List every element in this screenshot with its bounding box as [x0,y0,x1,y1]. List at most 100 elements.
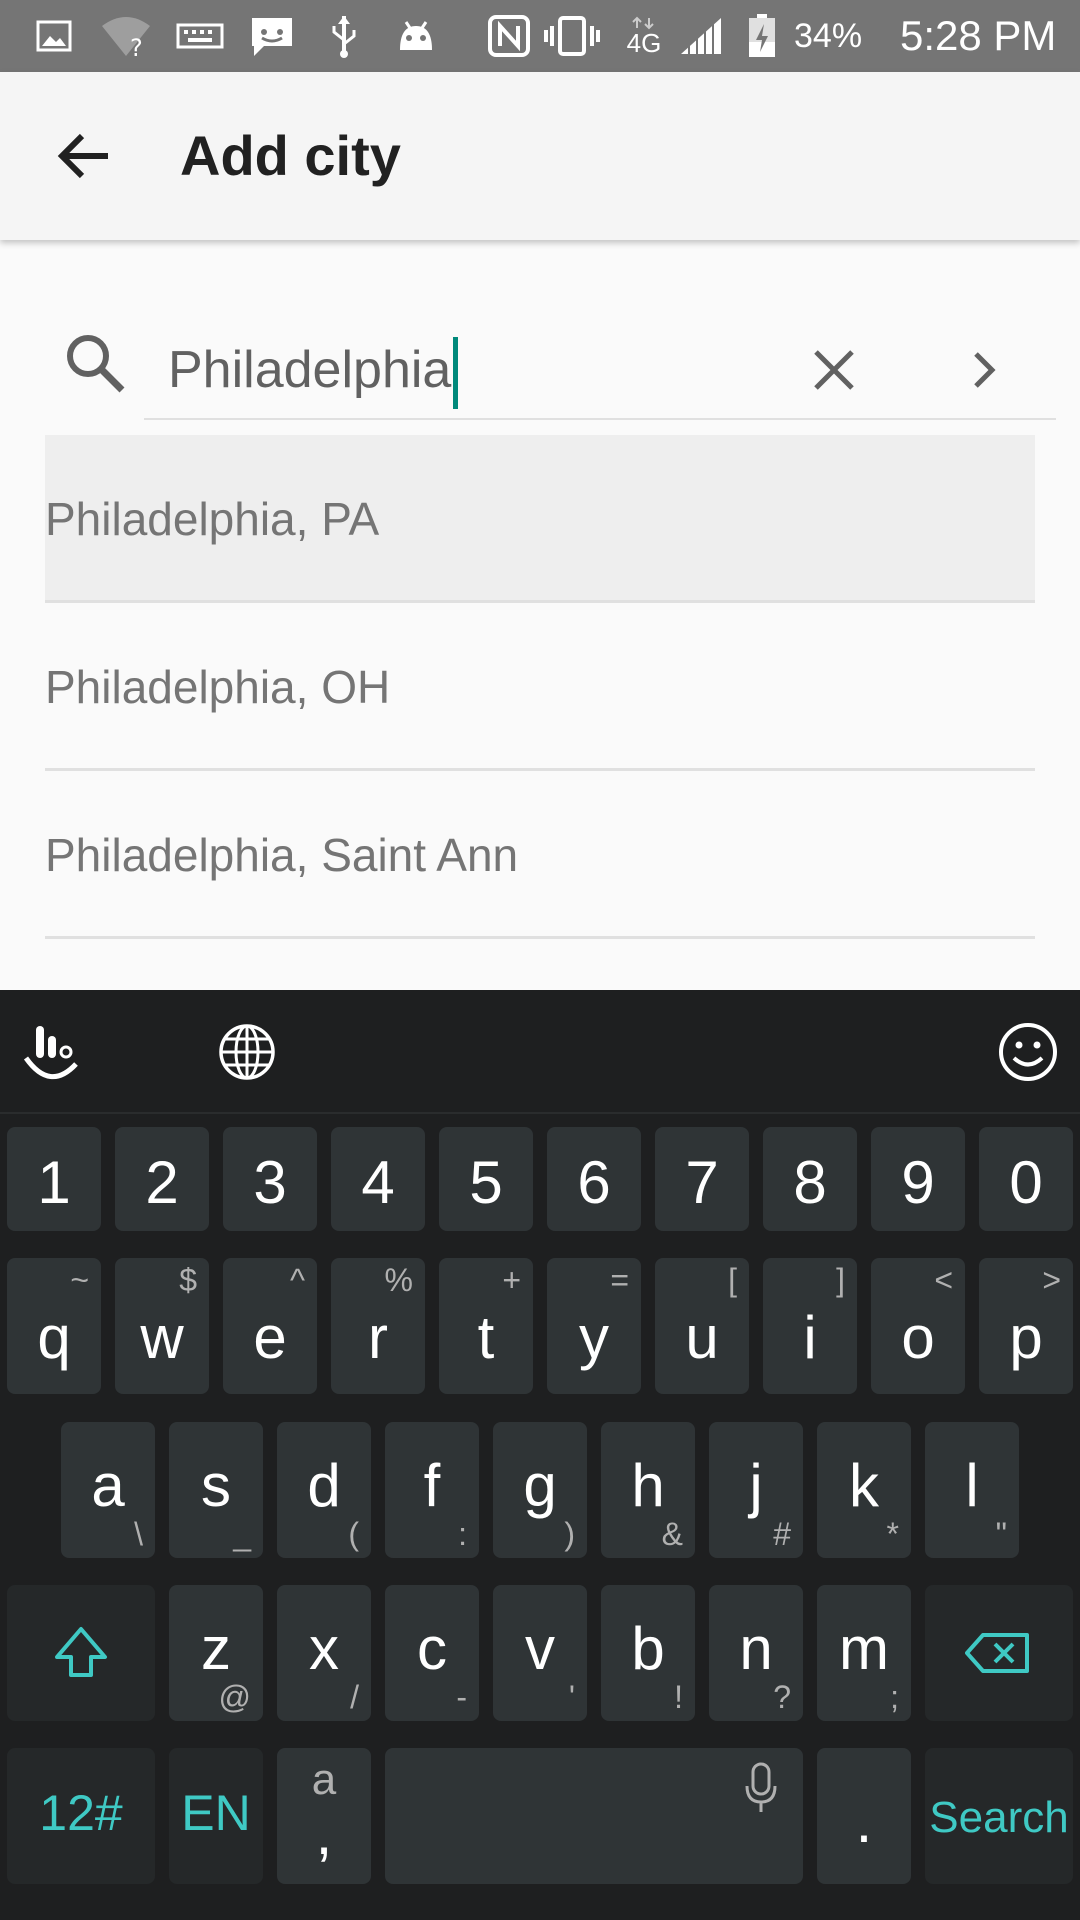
key-alt-label: ; [890,1679,899,1715]
comma-key[interactable]: a, [277,1748,371,1884]
clock: 5:28 PM [900,12,1057,59]
period-key[interactable]: . [817,1748,911,1884]
key-label: r [368,1304,388,1371]
key-m[interactable]: m; [817,1585,911,1721]
backspace-icon [965,1633,1029,1673]
key-e[interactable]: ^ e [223,1258,317,1394]
key-p[interactable]: > p [979,1258,1073,1394]
search-input[interactable]: Philadelphia [168,332,459,410]
arrow-back-icon [57,133,108,179]
key-z[interactable]: z @ [169,1585,263,1721]
key-alt-label: \ [134,1516,143,1552]
shift-arrow-icon [55,1627,107,1677]
key-2[interactable]: 2 [115,1127,209,1231]
key-label: a [91,1452,125,1519]
usb-icon [320,12,368,60]
key-alt-label: $ [179,1262,197,1298]
key-alt-label: / [350,1679,359,1715]
globe-icon [219,1024,275,1080]
result-label: Philadelphia, OH [45,661,391,713]
key-g[interactable]: g) [493,1422,587,1558]
key-t[interactable]: + t [439,1258,533,1394]
key-alt-label: ! [674,1679,683,1715]
language-key[interactable]: EN [169,1748,263,1884]
search-action-key[interactable]: Search [925,1748,1073,1884]
key-u[interactable]: [u [655,1258,749,1394]
key-label: u [685,1304,719,1371]
nfc-icon [484,12,534,60]
key-alt-label: # [773,1516,791,1552]
key-k[interactable]: k * [817,1422,911,1558]
key-alt-label: & [661,1516,683,1552]
key-label: m [839,1615,889,1682]
key-label: v [525,1615,555,1682]
result-item[interactable]: Philadelphia, PA [45,435,1035,603]
key-h[interactable]: h & [601,1422,695,1558]
space-key[interactable] [385,1748,803,1884]
result-label: Philadelphia, Saint Ann [45,829,519,881]
key-label: EN [181,1785,251,1841]
key-alt-label: a [311,1755,337,1804]
search-icon [60,328,132,400]
search-input-text: Philadelphia [168,341,452,399]
result-item[interactable]: Philadelphia, OH [45,603,1035,771]
key-y[interactable]: = y [547,1258,641,1394]
key-l[interactable]: l " [925,1422,1019,1558]
clear-search-button[interactable] [794,330,874,410]
key-x[interactable]: x / [277,1585,371,1721]
shift-key[interactable] [7,1585,155,1721]
key-label: y [579,1304,609,1371]
key-label: q [37,1304,71,1371]
language-globe-button[interactable] [207,1012,287,1092]
key-label: Search [929,1793,1069,1842]
key-q[interactable]: ~ q [7,1258,101,1394]
keyboard-toolbar [0,990,1080,1114]
vibrate-icon [544,12,600,60]
message-notification-icon [244,12,300,60]
search-area: Philadelphia Philadelphia, PA Philadelph… [0,240,1080,990]
key-alt-label: > [1042,1262,1061,1298]
key-v[interactable]: v ' [493,1585,587,1721]
key-w[interactable]: $ w [115,1258,209,1394]
keyboard-logo-button[interactable] [14,1012,94,1092]
key-3[interactable]: 3 [223,1127,317,1231]
key-alt-label: @ [218,1679,251,1715]
key-b[interactable]: b! [601,1585,695,1721]
key-alt-label: ' [568,1679,575,1715]
emoji-button[interactable] [988,1012,1068,1092]
key-s[interactable]: s _ [169,1422,263,1558]
symbols-key[interactable]: 12# [7,1748,155,1884]
key-f[interactable]: f: [385,1422,479,1558]
chevron-right-icon [974,352,996,388]
key-a[interactable]: a \ [61,1422,155,1558]
key-label: , [315,1800,333,1867]
key-d[interactable]: d( [277,1422,371,1558]
network-type-icon: 4G [620,12,668,60]
key-r[interactable]: % r [331,1258,425,1394]
result-item[interactable]: Philadelphia, Saint Ann [45,771,1035,939]
key-j[interactable]: j # [709,1422,803,1558]
submit-search-button[interactable] [944,330,1024,410]
search-results-list: Philadelphia, PA Philadelphia, OH Philad… [45,435,1035,939]
battery-percent: 34% [794,17,863,55]
key-8[interactable]: 8 [763,1127,857,1231]
key-i[interactable]: ] i [763,1258,857,1394]
key-6[interactable]: 6 [547,1127,641,1231]
key-n[interactable]: n? [709,1585,803,1721]
key-5[interactable]: 5 [439,1127,533,1231]
key-alt-label: < [934,1262,953,1298]
key-4[interactable]: 4 [331,1127,425,1231]
key-7[interactable]: 7 [655,1127,749,1231]
key-alt-label: ) [564,1516,575,1552]
key-alt-label: ^ [289,1262,305,1298]
key-1[interactable]: 1 [7,1127,101,1231]
search-field[interactable]: Philadelphia [144,320,1056,420]
key-9[interactable]: 9 [871,1127,965,1231]
key-0[interactable]: 0 [979,1127,1073,1231]
key-c[interactable]: c- [385,1585,479,1721]
backspace-key[interactable] [925,1585,1073,1721]
key-o[interactable]: < o [871,1258,965,1394]
signal-strength-icon [676,12,726,60]
back-button[interactable] [40,112,128,200]
key-label: 5 [469,1149,503,1216]
